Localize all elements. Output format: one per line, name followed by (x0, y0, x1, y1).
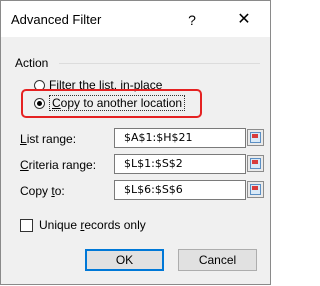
ok-button[interactable]: OK (85, 249, 164, 271)
copy-to-input[interactable]: $L$6:$S$6 (114, 180, 246, 200)
action-group-label: Action (15, 56, 49, 70)
checkbox-box[interactable] (20, 218, 33, 232)
unique-records-checkbox[interactable]: Unique records only (20, 217, 146, 233)
range-arrow-icon (252, 134, 258, 138)
group-divider (59, 63, 260, 64)
advanced-filter-dialog: Advanced Filter ? ✕ Action Filter the li… (0, 0, 271, 285)
unique-records-label: Unique records only (39, 218, 146, 232)
list-range-collapse-button[interactable] (247, 129, 264, 146)
close-button[interactable]: ✕ (231, 9, 257, 31)
list-range-label: List range: (20, 132, 77, 146)
help-button[interactable]: ? (181, 9, 203, 31)
radio-circle-selected[interactable] (34, 97, 45, 109)
list-range-input[interactable]: $A$1:$H$21 (114, 128, 246, 148)
dialog-title: Advanced Filter (11, 12, 102, 27)
criteria-range-label: Criteria range: (20, 158, 97, 172)
cancel-button[interactable]: Cancel (178, 249, 257, 271)
radio-copy-to-location[interactable]: Copy to another location (34, 95, 186, 111)
copy-to-label: Copy to: (20, 184, 65, 198)
range-arrow-icon (252, 186, 258, 190)
copy-to-collapse-button[interactable] (247, 181, 264, 198)
criteria-range-collapse-button[interactable] (247, 155, 264, 172)
range-arrow-icon (252, 160, 258, 164)
title-bar: Advanced Filter ? ✕ (1, 1, 270, 37)
criteria-range-input[interactable]: $L$1:$S$2 (114, 154, 246, 174)
radio-copy-label: Copy to another location (49, 95, 186, 111)
